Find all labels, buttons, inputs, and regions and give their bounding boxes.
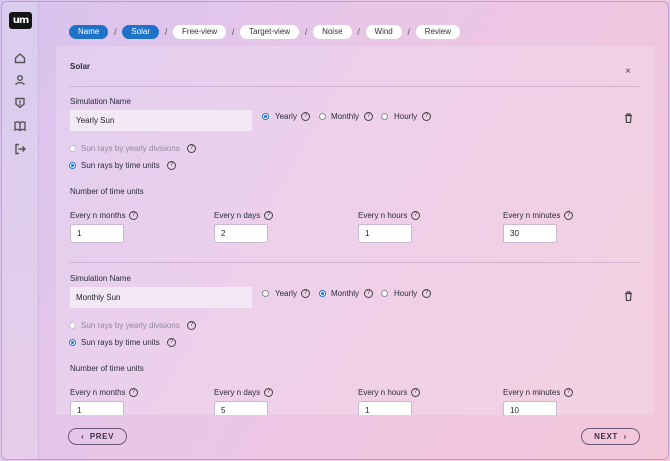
time-units-radio[interactable]: [69, 162, 76, 169]
hourly-label: Hourly: [394, 112, 418, 121]
time-units-heading: Number of time units: [70, 187, 144, 196]
divider: [70, 262, 639, 263]
yearly-divisions-radio[interactable]: [69, 322, 76, 329]
help-icon[interactable]: ?: [364, 289, 373, 298]
step-name[interactable]: Name: [69, 24, 109, 39]
trash-icon[interactable]: [624, 291, 633, 302]
help-icon[interactable]: ?: [364, 112, 373, 121]
yearly-divisions-label: Sun rays by yearly divisions: [81, 321, 180, 330]
help-icon[interactable]: ?: [167, 338, 176, 347]
breadcrumb-separator: /: [304, 26, 308, 37]
hours-input[interactable]: 1: [358, 224, 412, 243]
simulation-name-label: Simulation Name: [70, 97, 131, 106]
prev-button[interactable]: ‹ PREV: [68, 428, 127, 445]
trash-icon[interactable]: [624, 113, 633, 124]
hours-input[interactable]: 1: [358, 401, 412, 415]
help-icon[interactable]: ?: [301, 289, 310, 298]
user-icon[interactable]: [14, 74, 26, 86]
time-units-radio[interactable]: [69, 339, 76, 346]
monthly-radio[interactable]: [319, 113, 326, 120]
step-free-view[interactable]: Free-view: [173, 24, 227, 39]
time-units-label: Sun rays by time units: [81, 338, 160, 347]
simulation-name-input[interactable]: Yearly Sun: [70, 110, 252, 131]
chevron-right-icon: ›: [623, 432, 627, 441]
divider: [70, 86, 639, 87]
home-icon[interactable]: [14, 52, 26, 64]
step-noise[interactable]: Noise: [313, 24, 352, 39]
help-icon[interactable]: ?: [129, 388, 138, 397]
months-input[interactable]: 1: [70, 401, 124, 415]
breadcrumb-separator: /: [357, 26, 360, 37]
hours-label: Every n hours: [358, 388, 408, 397]
simulation-name-input[interactable]: Monthly Sun: [70, 287, 252, 308]
help-icon[interactable]: ?: [411, 211, 420, 220]
help-icon[interactable]: ?: [564, 211, 573, 220]
next-button[interactable]: NEXT ›: [581, 428, 640, 445]
yearly-label: Yearly: [275, 112, 297, 121]
yearly-label: Yearly: [275, 289, 297, 298]
days-label: Every n days: [214, 388, 261, 397]
hours-label: Every n hours: [358, 211, 408, 220]
shield-icon[interactable]: [14, 97, 26, 109]
step-wind[interactable]: Wind: [365, 24, 402, 39]
monthly-radio[interactable]: [319, 290, 326, 297]
book-icon[interactable]: [14, 120, 26, 132]
yearly-radio[interactable]: [262, 113, 269, 120]
step-review[interactable]: Review: [415, 24, 460, 39]
next-label: NEXT: [594, 432, 618, 441]
monthly-label: Monthly: [331, 112, 360, 121]
yearly-divisions-radio[interactable]: [69, 145, 76, 152]
solar-panel: Solar × Simulation Name Yearly Sun Yearl…: [56, 46, 654, 415]
hourly-radio[interactable]: [381, 113, 388, 120]
help-icon[interactable]: ?: [167, 161, 176, 170]
app-window: um Name / Solar / Free-view / Target-vie…: [1, 1, 669, 460]
close-icon[interactable]: ×: [625, 66, 631, 77]
sidebar: um: [2, 2, 39, 459]
minutes-label: Every n minutes: [503, 211, 561, 220]
minutes-input[interactable]: 10: [503, 401, 557, 415]
yearly-divisions-label: Sun rays by yearly divisions: [81, 144, 180, 153]
breadcrumb-separator: /: [114, 26, 117, 37]
months-label: Every n months: [70, 388, 126, 397]
minutes-label: Every n minutes: [503, 388, 561, 397]
breadcrumb-separator: /: [164, 26, 168, 37]
help-icon[interactable]: ?: [264, 388, 273, 397]
help-icon[interactable]: ?: [264, 211, 273, 220]
help-icon[interactable]: ?: [411, 388, 420, 397]
prev-label: PREV: [89, 432, 115, 441]
breadcrumb: Name / Solar / Free-view / Target-view /…: [69, 24, 460, 39]
hourly-radio[interactable]: [381, 290, 388, 297]
help-icon[interactable]: ?: [187, 144, 196, 153]
help-icon[interactable]: ?: [422, 112, 431, 121]
days-input[interactable]: 2: [214, 224, 268, 243]
app-logo: um: [9, 12, 32, 29]
simulation-name-label: Simulation Name: [70, 274, 131, 283]
breadcrumb-separator: /: [231, 26, 235, 37]
breadcrumb-separator: /: [407, 26, 410, 37]
logout-icon[interactable]: [14, 143, 26, 155]
panel-title: Solar: [70, 62, 91, 71]
minutes-input[interactable]: 30: [503, 224, 557, 243]
days-input[interactable]: 5: [214, 401, 268, 415]
step-solar[interactable]: Solar: [122, 24, 160, 39]
time-units-label: Sun rays by time units: [81, 161, 160, 170]
months-label: Every n months: [70, 211, 126, 220]
months-input[interactable]: 1: [70, 224, 124, 243]
monthly-label: Monthly: [331, 289, 360, 298]
hourly-label: Hourly: [394, 289, 418, 298]
help-icon[interactable]: ?: [301, 112, 310, 121]
days-label: Every n days: [214, 211, 261, 220]
help-icon[interactable]: ?: [129, 211, 138, 220]
chevron-left-icon: ‹: [80, 432, 85, 441]
help-icon[interactable]: ?: [422, 289, 431, 298]
help-icon[interactable]: ?: [564, 388, 573, 397]
time-units-heading: Number of time units: [70, 364, 144, 373]
step-target-view[interactable]: Target-view: [240, 24, 300, 39]
yearly-radio[interactable]: [262, 290, 269, 297]
help-icon[interactable]: ?: [187, 321, 196, 330]
